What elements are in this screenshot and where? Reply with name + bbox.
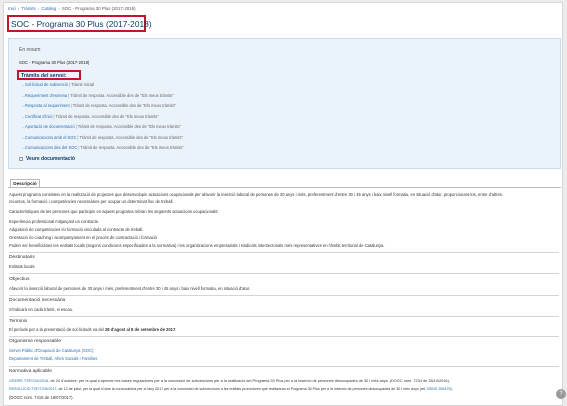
separator: | [77,134,79,140]
summary-program: SOC - Programa 30 Plus (2017-2018) [19,60,90,65]
separator: | [69,82,71,87]
veure-documentacio-toggle[interactable]: Veure documentació [19,156,75,162]
tramit-step: →Comunicacions amb el SOC|Tràmit de resp… [21,135,183,140]
terminis-text: El període per a la presentació de sol·l… [9,327,559,332]
tramit-step: →Requeriment d'esmena|Tràmit de resposta… [21,93,174,98]
tramit-desc: Tràmit de resposta. Accessible des de "E… [72,103,177,108]
section-divider [9,273,559,274]
normativa-text: ). [450,387,453,391]
section-divider [9,366,559,367]
documentacio-text: S'indicarà en cada tràmit, si escau. [9,307,74,312]
organisme-link-soc[interactable]: Servei Públic d'Ocupació de Catalunya (S… [9,348,559,353]
tramits-heading: Tràmits del servei: [21,73,67,79]
description-text: Característiques de les persones que par… [9,209,219,214]
normativa-dogc: (DOGC núm. 7415 de 18/07/2017). [9,395,74,400]
expand-icon [19,156,23,161]
tramit-step: →Aportació de documentació|Tràmit de res… [21,124,181,129]
page-title: SOC - Programa 30 Plus (2017-2018) [11,19,152,29]
tramit-desc: Tràmit de resposta. Accessible des de "E… [70,92,174,98]
normativa-item: ORDRE TSF/294/2016, de 24 d'octubre, per… [9,379,559,384]
description-text: Aquest programa consisteix en la realitz… [9,192,504,197]
objectius-text: Afavorir la inserció laboral de persones… [9,286,251,291]
tramit-link[interactable]: Comunicacions amb el SOC [25,135,76,140]
breadcrumb-item-current: SOC - Programa 30 Plus (2017-2018) [61,6,136,11]
tramit-desc: Tràmit de resposta. Accessible des de "E… [80,145,184,150]
breadcrumb-item-cataleg[interactable]: Catàleg [41,6,56,11]
breadcrumb-separator: › [17,6,20,11]
help-icon[interactable]: ? [556,389,566,399]
terminis-suffix: . [175,327,177,332]
separator: | [70,103,72,108]
description-text: Orientació i/o coaching i acompanyament … [9,235,157,240]
tab-divider [8,187,561,188]
destinataris-text: Entitats locals [9,264,35,269]
section-title-documentacio: Documentació necessària [9,298,66,303]
page-container: Inici › Tràmits › Catàleg › SOC - Programa 30 … [3,2,563,406]
tramit-step: →Certificat d'inici|Tràmit de resposta. … [21,114,159,119]
description-text: Experiència professional mitjançant un c… [9,219,100,224]
section-title-terminis: Terminis [9,319,28,324]
section-divider [9,295,559,296]
normativa-text: , de 12 de juliol, per la qual s'obre la… [56,387,428,391]
terminis-prefix: El període per a la presentació de sol·l… [9,327,105,332]
breadcrumb-separator: › [37,6,40,11]
normativa-link[interactable]: ORDRE TSF/294/2016 [9,379,48,383]
tramit-link[interactable]: Aportació de documentació [25,124,75,129]
page-title-highlight: SOC - Programa 30 Plus (2017-2018) ☆ [7,15,152,32]
section-divider [9,336,559,337]
normativa-text: , de 24 d'octubre, per la qual s'aproven… [48,379,450,383]
description-text: recursos, la formació i competències nec… [9,199,174,204]
tramit-desc: Tràmit de resposta. Accessible des de "E… [79,134,183,140]
tramit-step: →Resposta al requeriment|Tràmit de respo… [21,103,176,108]
normativa-ref-link[interactable]: BDNS 355478 [427,387,450,391]
tramit-link[interactable]: Certificat d'inici [25,114,52,119]
description-text: Adquisició de competències i/o formació … [9,227,144,232]
tramit-link[interactable]: Sol·licitud de subvenció [25,82,68,87]
description-text: Poden ser beneficiàries les entitats loc… [9,243,385,248]
tramit-desc: Tràmit de resposta. Accessible des de "E… [77,124,182,129]
section-title-organisme: Organisme responsable [9,339,61,344]
section-title-destinataris: Destinataris [9,255,35,260]
veure-documentacio-label: Veure documentació [26,156,75,162]
tramit-step: →Comunicacions des del SOC|Tràmit de res… [21,145,184,150]
breadcrumb-separator: › [58,6,60,11]
tramit-step: →Sol·licitud de subvenció|Tràmit inicial [21,82,94,87]
normativa-link[interactable]: RESOLUCIÓ TSF/1705/2017 [9,387,57,391]
section-divider [9,316,559,317]
section-title-objectius: Objectius [9,277,30,282]
section-divider [9,252,559,253]
separator: | [75,124,77,129]
star-icon[interactable]: ☆ [148,21,152,27]
tramit-desc: Tràmit inicial [71,82,94,87]
breadcrumb: Inici › Tràmits › Catàleg › SOC - Programa 30 … [8,6,136,12]
tramit-desc: Tràmit de resposta. Accessible des de "E… [55,113,159,119]
section-title-normativa: Normativa aplicable [9,369,52,374]
breadcrumb-item-home[interactable]: Inici [8,6,16,11]
breadcrumb-item-tramits[interactable]: Tràmits [21,6,35,11]
tramits-heading-highlight: Tràmits del servei: [17,70,81,80]
summary-heading: En resum [19,47,41,53]
organisme-link-departament[interactable]: Departament de Treball, Afers Socials i … [9,356,559,361]
tramit-link[interactable]: Requeriment d'esmena [25,93,67,98]
normativa-item: RESOLUCIÓ TSF/1705/2017, de 12 de juliol… [9,387,559,392]
tramit-link[interactable]: Comunicacions des del SOC [25,145,77,150]
terminis-dates: 28 d'agost al 8 de setembre de 2017 [104,327,176,332]
summary-panel: En resum SOC - Programa 30 Plus (2017-20… [8,38,561,169]
tramit-link[interactable]: Resposta al requeriment [25,103,70,108]
